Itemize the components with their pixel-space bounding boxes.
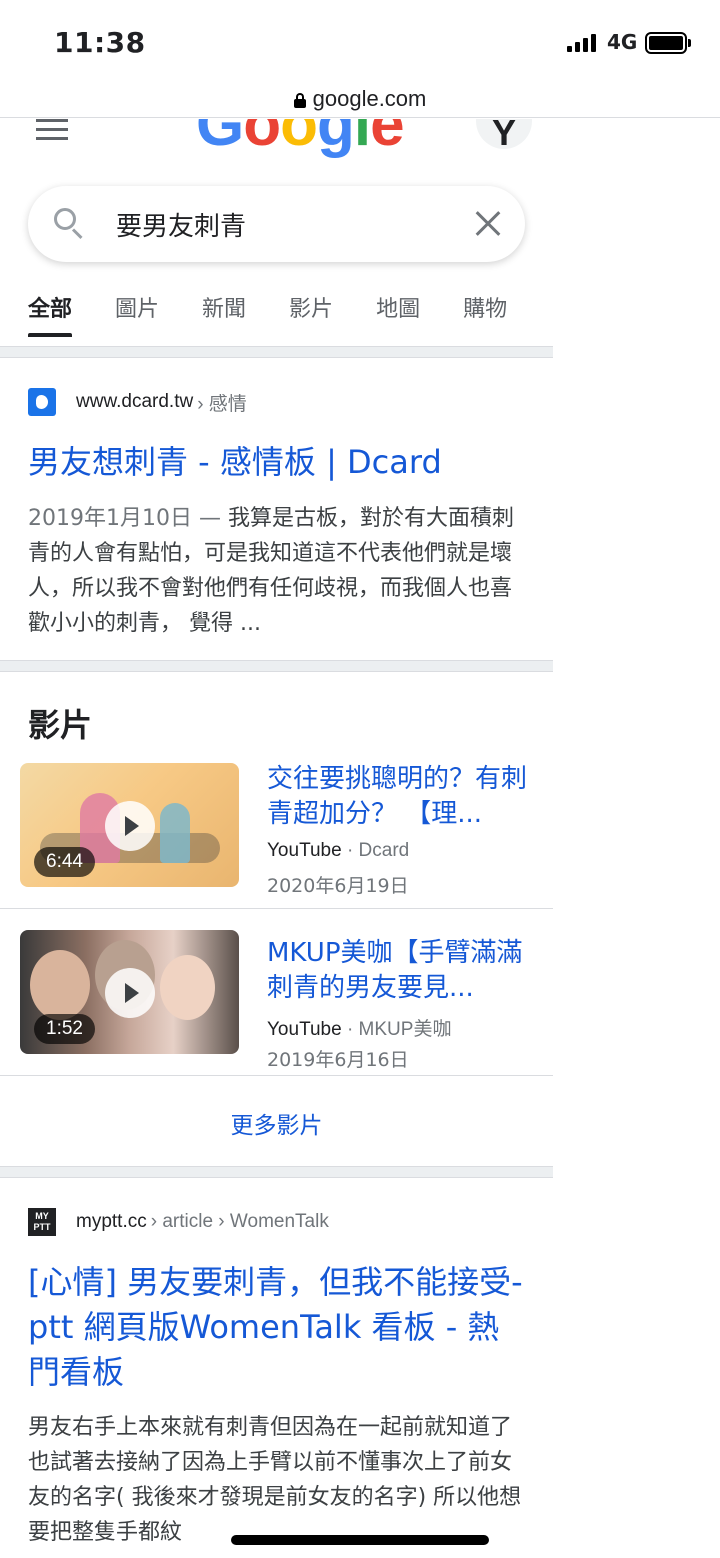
result-site-row[interactable]: MY PTT myptt.cc › article › WomenTalk [28,1208,329,1236]
search-box[interactable] [28,186,525,262]
result-breadcrumb: › 感情 [197,393,247,415]
google-header: Google Y 全部圖片新聞影片地圖購物 [0,119,553,339]
logo-letter: e [370,119,404,159]
battery-icon [645,32,687,54]
result-title-link[interactable]: [心情] 男友要刺青，但我不能接受- ptt 網頁版WomenTalk 看板 -… [28,1260,528,1395]
logo-letter: g [316,119,355,159]
dcard-favicon-icon [28,388,56,416]
tab-3[interactable]: 影片 [289,291,333,337]
lock-icon [293,92,306,108]
video-channel: · MKUP美咖 [346,1019,452,1040]
video-duration: 1:52 [34,1014,95,1044]
google-logo[interactable]: Google [196,119,405,160]
logo-letter: G [196,119,244,159]
video-thumbnail[interactable]: 1:52 [20,930,239,1054]
play-icon[interactable] [105,801,155,851]
video-thumbnail[interactable]: 6:44 [20,763,239,887]
search-result-myptt: MY PTT myptt.cc › article › WomenTalk [心… [0,1180,553,1558]
myptt-favicon-icon: MY PTT [28,1208,56,1236]
tab-1[interactable]: 圖片 [115,291,159,337]
result-snippet: 男友右手上本來就有刺青但因為在一起前就知道了也試著去接納了因為上手臂以前不懂事次… [28,1415,522,1545]
search-result-dcard: www.dcard.tw › 感情 男友想刺青 - 感情板 | Dcard 20… [0,360,553,660]
home-indicator[interactable] [231,1535,489,1545]
result-domain: www.dcard.tw [76,391,194,412]
logo-letter: o [243,119,281,159]
video-item[interactable]: 6:44 交往要挑聰明的？有刺青超加分？ 【理... YouTube · Dca… [0,756,553,922]
video-platform: YouTube [267,840,342,861]
cellular-signal-icon [567,34,596,52]
video-platform: YouTube [267,1019,342,1040]
section-separator [0,660,553,672]
video-source: YouTube · MKUP美咖 [267,1014,451,1041]
video-item[interactable]: 1:52 MKUP美咖【手臂滿滿刺青的男友要見... YouTube · MKU… [0,922,553,1088]
hamburger-menu-icon[interactable] [36,119,68,141]
battery-tip [688,39,691,47]
tab-0[interactable]: 全部 [28,291,73,337]
search-icon[interactable] [54,208,86,240]
video-title-link[interactable]: 交往要挑聰明的？有刺青超加分？ 【理... [267,762,527,832]
logo-letter: o [280,119,318,159]
divider [0,908,553,909]
result-title-link[interactable]: 男友想刺青 - 感情板 | Dcard [28,440,528,484]
video-title-link[interactable]: MKUP美咖【手臂滿滿刺青的男友要見... [267,936,527,1006]
url-text: google.com [312,85,427,111]
network-type: 4G [607,30,638,54]
result-snippet: 2019年1月10日 — 我算是古板，對於有大面積刺青的人會有點怕，可是我知道這… [28,501,528,641]
video-date: 2020年6月19日 [267,875,409,897]
more-videos-link[interactable]: 更多影片 [0,1106,553,1140]
video-source: YouTube · Dcard [267,840,409,862]
video-channel: · Dcard [346,840,410,861]
close-icon[interactable] [474,210,502,238]
avatar[interactable]: Y [476,119,532,153]
result-site-row[interactable]: www.dcard.tw › 感情 [28,388,247,416]
logo-letter: l [353,119,371,159]
tab-4[interactable]: 地圖 [376,291,420,337]
url-bar[interactable]: google.com [0,80,720,118]
status-bar: 11:38 4G [0,0,720,80]
section-separator [0,1166,553,1178]
result-breadcrumb: › article › WomenTalk [150,1211,329,1232]
tab-2[interactable]: 新聞 [202,291,246,337]
result-date: 2019年1月10日 — [28,506,228,531]
play-icon[interactable] [105,968,155,1018]
search-tabs: 全部 圖片 新聞 影片 地圖 購物 [28,291,550,337]
divider [0,1075,553,1076]
result-domain: myptt.cc [76,1211,147,1232]
section-separator [0,346,553,358]
tab-5[interactable]: 購物 [463,291,507,337]
videos-heading: 影片 [28,706,93,744]
video-duration: 6:44 [34,847,95,877]
status-time: 11:38 [54,26,146,59]
video-date: 2019年6月16日 [267,1049,409,1071]
search-input[interactable] [116,204,456,244]
